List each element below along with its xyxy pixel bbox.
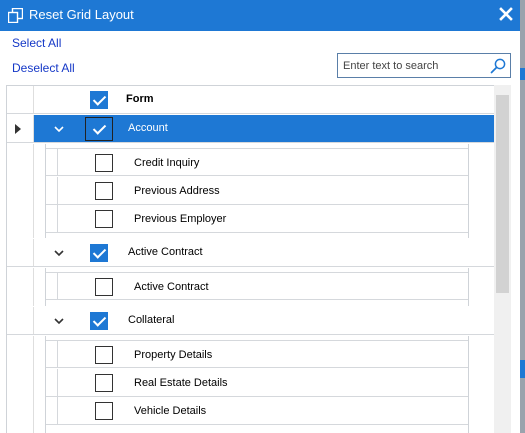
scrollbar-thumb[interactable] <box>496 95 509 293</box>
group-checkbox-active-contract[interactable] <box>90 244 108 262</box>
search-input[interactable] <box>343 58 483 74</box>
group-children-collateral: Property Details Real Estate Details Veh… <box>7 336 494 433</box>
close-icon[interactable] <box>497 5 515 23</box>
row-indent <box>46 273 58 299</box>
group-name: Collateral <box>128 314 175 326</box>
window-app-icon <box>8 8 23 23</box>
child-name: Previous Employer <box>134 213 227 225</box>
row-selector[interactable] <box>7 307 34 334</box>
group-name: Account <box>128 122 168 134</box>
row-indent <box>46 177 58 204</box>
background-accent <box>520 360 525 378</box>
group-row-collateral[interactable]: Collateral <box>7 307 494 335</box>
row-selector <box>7 336 34 433</box>
child-grid: Credit Inquiry Previous Address Previous… <box>45 144 469 238</box>
row-selector[interactable] <box>7 239 34 266</box>
child-grid: Property Details Real Estate Details Veh… <box>45 336 469 433</box>
chevron-down-icon[interactable] <box>53 123 65 135</box>
child-checkbox[interactable] <box>95 278 113 296</box>
child-row[interactable]: Vehicle Details <box>46 397 468 425</box>
child-checkbox[interactable] <box>95 210 113 228</box>
child-grid: Active Contract <box>45 268 469 306</box>
deselect-all-link[interactable]: Deselect All <box>12 61 75 75</box>
child-row[interactable]: Real Estate Details <box>46 369 468 397</box>
group-checkbox-collateral[interactable] <box>90 312 108 330</box>
form-grid: Form Account Credit Inquiry Previous Add… <box>6 85 494 433</box>
select-all-header-checkbox[interactable] <box>90 91 108 109</box>
child-name: Property Details <box>134 349 213 361</box>
search-icon[interactable] <box>490 58 506 74</box>
group-name: Active Contract <box>128 246 203 258</box>
chevron-down-icon[interactable] <box>53 247 65 259</box>
row-selector <box>7 268 34 306</box>
child-row[interactable]: Active Contract <box>46 272 468 300</box>
background-window-edge <box>520 0 525 433</box>
title-bar: Reset Grid Layout <box>0 0 520 31</box>
vertical-scrollbar[interactable] <box>494 85 511 433</box>
group-row-account[interactable]: Account <box>7 115 494 143</box>
child-name: Previous Address <box>134 185 220 197</box>
child-name: Vehicle Details <box>134 405 207 417</box>
child-name: Active Contract <box>134 281 209 293</box>
group-row-active-contract[interactable]: Active Contract <box>7 239 494 267</box>
group-children-account: Credit Inquiry Previous Address Previous… <box>7 144 494 238</box>
row-indent <box>46 149 58 175</box>
child-checkbox[interactable] <box>95 402 113 420</box>
row-indent <box>46 369 58 396</box>
child-checkbox[interactable] <box>95 346 113 364</box>
group-checkbox-account[interactable] <box>90 120 108 138</box>
row-indent <box>46 397 58 424</box>
background-accent <box>520 68 525 80</box>
chevron-down-icon[interactable] <box>53 315 65 327</box>
child-row[interactable]: Credit Inquiry <box>46 148 468 176</box>
current-row-pointer-icon <box>15 124 21 134</box>
search-box <box>337 53 511 78</box>
child-checkbox[interactable] <box>95 154 113 172</box>
child-checkbox[interactable] <box>95 374 113 392</box>
row-indent <box>46 205 58 232</box>
child-row[interactable]: Previous Address <box>46 177 468 205</box>
child-row[interactable]: Previous Employer <box>46 205 468 233</box>
select-all-link[interactable]: Select All <box>12 36 61 50</box>
row-indent <box>46 341 58 367</box>
child-checkbox[interactable] <box>95 182 113 200</box>
group-children-active-contract: Active Contract <box>7 268 494 306</box>
grid-header-row: Form <box>7 86 494 114</box>
child-name: Real Estate Details <box>134 377 228 389</box>
window-title: Reset Grid Layout <box>29 7 134 22</box>
row-selector-column-header <box>7 86 34 113</box>
child-row[interactable]: Property Details <box>46 340 468 368</box>
row-selector <box>7 144 34 238</box>
form-column-header[interactable]: Form <box>126 93 154 105</box>
row-selector[interactable] <box>7 115 34 142</box>
reset-grid-layout-dialog: Reset Grid Layout Select All Deselect Al… <box>0 0 520 433</box>
child-name: Credit Inquiry <box>134 157 200 169</box>
